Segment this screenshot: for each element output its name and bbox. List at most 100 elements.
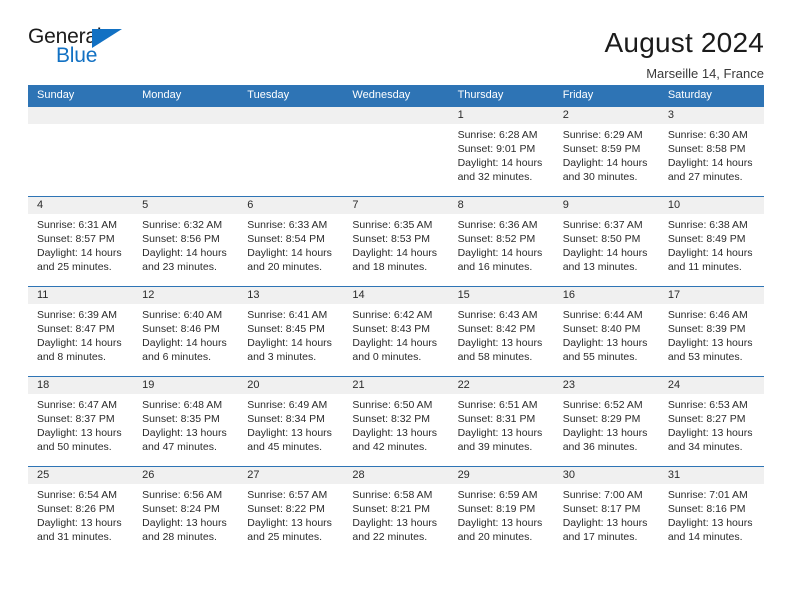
general-blue-logo[interactable]: General Blue [28, 26, 138, 72]
sunrise-text: Sunrise: 7:00 AM [562, 489, 643, 501]
day-cell[interactable]: Sunrise: 6:56 AM Sunset: 8:24 PM Dayligh… [133, 484, 238, 556]
daylight-text: Daylight: 14 hours and 25 minutes. [37, 247, 122, 273]
day-cell[interactable]: Sunrise: 6:41 AM Sunset: 8:45 PM Dayligh… [238, 304, 343, 376]
day-number[interactable]: 14 [343, 287, 448, 304]
sunrise-text: Sunrise: 6:40 AM [142, 309, 223, 321]
day-cell[interactable]: Sunrise: 6:38 AM Sunset: 8:49 PM Dayligh… [659, 214, 764, 286]
day-cell[interactable]: Sunrise: 6:51 AM Sunset: 8:31 PM Dayligh… [449, 394, 554, 466]
day-cell[interactable]: Sunrise: 6:50 AM Sunset: 8:32 PM Dayligh… [343, 394, 448, 466]
day-number[interactable]: 31 [659, 467, 764, 484]
day-cell[interactable]: Sunrise: 6:39 AM Sunset: 8:47 PM Dayligh… [28, 304, 133, 376]
day-cell[interactable]: Sunrise: 6:58 AM Sunset: 8:21 PM Dayligh… [343, 484, 448, 556]
sunrise-text: Sunrise: 6:35 AM [352, 219, 433, 231]
day-number[interactable] [133, 107, 238, 124]
sunrise-text: Sunrise: 6:59 AM [457, 489, 538, 501]
day-number[interactable]: 17 [659, 287, 764, 304]
day-cell[interactable]: Sunrise: 6:54 AM Sunset: 8:26 PM Dayligh… [28, 484, 133, 556]
location-subtitle: Marseille 14, France [646, 66, 764, 81]
daylight-text: Daylight: 13 hours and 47 minutes. [142, 427, 227, 453]
day-number[interactable]: 11 [28, 287, 133, 304]
day-cell[interactable]: Sunrise: 6:49 AM Sunset: 8:34 PM Dayligh… [238, 394, 343, 466]
weekday-header-row: Sunday Monday Tuesday Wednesday Thursday… [28, 85, 764, 106]
day-number[interactable]: 13 [238, 287, 343, 304]
day-cell[interactable]: Sunrise: 6:43 AM Sunset: 8:42 PM Dayligh… [449, 304, 554, 376]
sunrise-text: Sunrise: 6:33 AM [247, 219, 328, 231]
day-number[interactable]: 20 [238, 377, 343, 394]
day-number[interactable]: 25 [28, 467, 133, 484]
day-number[interactable]: 5 [133, 197, 238, 214]
day-cell[interactable]: Sunrise: 6:37 AM Sunset: 8:50 PM Dayligh… [554, 214, 659, 286]
daylight-text: Daylight: 13 hours and 31 minutes. [37, 517, 122, 543]
day-cell[interactable]: Sunrise: 6:30 AM Sunset: 8:58 PM Dayligh… [659, 124, 764, 196]
day-cell[interactable]: Sunrise: 6:29 AM Sunset: 8:59 PM Dayligh… [554, 124, 659, 196]
day-number[interactable]: 6 [238, 197, 343, 214]
day-number[interactable]: 16 [554, 287, 659, 304]
day-cell[interactable]: Sunrise: 6:33 AM Sunset: 8:54 PM Dayligh… [238, 214, 343, 286]
day-cell[interactable]: Sunrise: 6:44 AM Sunset: 8:40 PM Dayligh… [554, 304, 659, 376]
day-cell[interactable]: Sunrise: 6:31 AM Sunset: 8:57 PM Dayligh… [28, 214, 133, 286]
day-number[interactable]: 8 [449, 197, 554, 214]
day-cell[interactable]: Sunrise: 6:46 AM Sunset: 8:39 PM Dayligh… [659, 304, 764, 376]
day-cell[interactable]: Sunrise: 6:36 AM Sunset: 8:52 PM Dayligh… [449, 214, 554, 286]
day-cell[interactable]: Sunrise: 7:01 AM Sunset: 8:16 PM Dayligh… [659, 484, 764, 556]
sunrise-text: Sunrise: 6:46 AM [667, 309, 748, 321]
day-cell[interactable]: Sunrise: 6:59 AM Sunset: 8:19 PM Dayligh… [449, 484, 554, 556]
daylight-text: Daylight: 13 hours and 42 minutes. [352, 427, 438, 453]
daylight-text: Daylight: 13 hours and 25 minutes. [247, 517, 332, 543]
day-number[interactable]: 9 [554, 197, 659, 214]
sunset-text: Sunset: 8:27 PM [667, 413, 746, 425]
day-number[interactable]: 3 [659, 107, 764, 124]
day-number[interactable] [28, 107, 133, 124]
title-block: August 2024 Marseille 14, France [605, 26, 764, 84]
day-number[interactable]: 28 [343, 467, 448, 484]
day-number[interactable]: 15 [449, 287, 554, 304]
day-number[interactable]: 27 [238, 467, 343, 484]
daylight-text: Daylight: 14 hours and 16 minutes. [457, 247, 543, 273]
day-number[interactable]: 29 [449, 467, 554, 484]
sunset-text: Sunset: 8:52 PM [457, 233, 536, 245]
day-number[interactable]: 4 [28, 197, 133, 214]
day-cell[interactable]: Sunrise: 6:47 AM Sunset: 8:37 PM Dayligh… [28, 394, 133, 466]
day-number[interactable]: 19 [133, 377, 238, 394]
daylight-text: Daylight: 14 hours and 8 minutes. [37, 337, 122, 363]
sunset-text: Sunset: 9:01 PM [457, 143, 536, 155]
week-daynum-band: 11 12 13 14 15 16 17 [28, 287, 764, 304]
day-number[interactable]: 10 [659, 197, 764, 214]
day-number[interactable]: 21 [343, 377, 448, 394]
daylight-text: Daylight: 14 hours and 11 minutes. [667, 247, 753, 273]
day-cell[interactable]: Sunrise: 6:53 AM Sunset: 8:27 PM Dayligh… [659, 394, 764, 466]
daylight-text: Daylight: 13 hours and 34 minutes. [667, 427, 753, 453]
day-cell-empty [238, 124, 343, 196]
sunset-text: Sunset: 8:19 PM [457, 503, 536, 515]
day-number[interactable]: 26 [133, 467, 238, 484]
day-number[interactable]: 18 [28, 377, 133, 394]
day-number[interactable]: 2 [554, 107, 659, 124]
day-cell-empty [28, 124, 133, 196]
day-number[interactable] [343, 107, 448, 124]
day-cell[interactable]: Sunrise: 6:35 AM Sunset: 8:53 PM Dayligh… [343, 214, 448, 286]
day-number[interactable]: 30 [554, 467, 659, 484]
day-cell[interactable]: Sunrise: 6:48 AM Sunset: 8:35 PM Dayligh… [133, 394, 238, 466]
day-number[interactable]: 23 [554, 377, 659, 394]
sunset-text: Sunset: 8:53 PM [352, 233, 431, 245]
day-number[interactable]: 22 [449, 377, 554, 394]
daylight-text: Daylight: 13 hours and 28 minutes. [142, 517, 227, 543]
day-number[interactable]: 1 [449, 107, 554, 124]
day-cell[interactable]: Sunrise: 6:57 AM Sunset: 8:22 PM Dayligh… [238, 484, 343, 556]
sunrise-text: Sunrise: 6:44 AM [562, 309, 643, 321]
sunset-text: Sunset: 8:50 PM [562, 233, 641, 245]
sunrise-text: Sunrise: 6:30 AM [667, 129, 748, 141]
day-cell[interactable]: Sunrise: 6:28 AM Sunset: 9:01 PM Dayligh… [449, 124, 554, 196]
day-cell[interactable]: Sunrise: 6:40 AM Sunset: 8:46 PM Dayligh… [133, 304, 238, 376]
daylight-text: Daylight: 14 hours and 32 minutes. [457, 157, 543, 183]
day-number[interactable]: 24 [659, 377, 764, 394]
daylight-text: Daylight: 13 hours and 36 minutes. [562, 427, 648, 453]
day-number[interactable]: 12 [133, 287, 238, 304]
sunrise-text: Sunrise: 6:57 AM [247, 489, 328, 501]
day-cell[interactable]: Sunrise: 7:00 AM Sunset: 8:17 PM Dayligh… [554, 484, 659, 556]
day-number[interactable]: 7 [343, 197, 448, 214]
day-cell[interactable]: Sunrise: 6:32 AM Sunset: 8:56 PM Dayligh… [133, 214, 238, 286]
day-number[interactable] [238, 107, 343, 124]
day-cell[interactable]: Sunrise: 6:42 AM Sunset: 8:43 PM Dayligh… [343, 304, 448, 376]
day-cell[interactable]: Sunrise: 6:52 AM Sunset: 8:29 PM Dayligh… [554, 394, 659, 466]
